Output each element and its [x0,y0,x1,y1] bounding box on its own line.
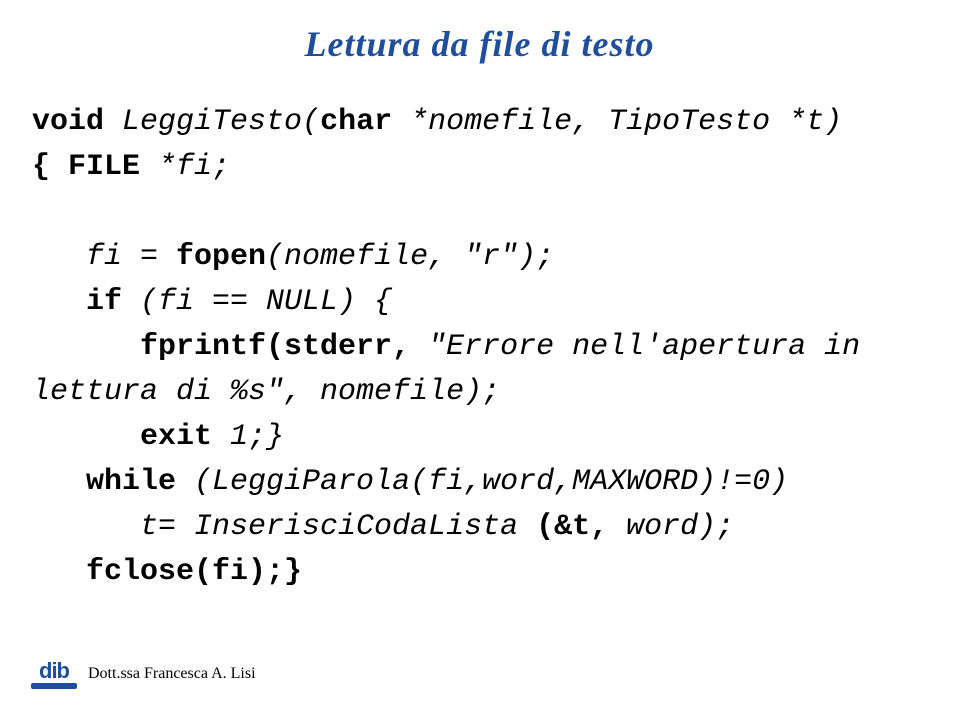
code-it: (fi == NULL) { [122,285,392,319]
logo-text: dib [39,660,69,682]
code-kw: char [320,105,392,139]
code-kw: if [32,285,122,319]
code-it: t= InserisciCodaLista [32,510,536,544]
code-it: "Errore nell'apertura in [410,330,878,364]
code-kw: { FILE [32,150,140,184]
code-it: *nomefile, TipoTesto *t) [392,105,842,139]
author-name: Dott.ssa Francesca A. Lisi [88,665,256,683]
code-it: (LeggiParola(fi,word,MAXWORD)!=0) [176,465,788,499]
code-kw: fopen [176,240,266,274]
code-it: fi = [32,240,176,274]
code-kw: while [32,465,176,499]
logo: dib [30,655,78,693]
code-block: void LeggiTesto(char *nomefile, TipoTest… [32,100,878,595]
code-kw: void [32,105,104,139]
code-kw: (&t, [536,510,608,544]
code-kw: exit [32,420,212,454]
slide-title: Lettura da file di testo [0,23,959,65]
code-kw: fclose(fi);} [32,555,302,589]
footer: dib Dott.ssa Francesca A. Lisi [30,655,256,693]
code-it: word); [608,510,734,544]
logo-underline [31,683,77,689]
code-it: (nomefile, "r"); [266,240,554,274]
code-kw: fprintf(stderr, [32,330,410,364]
code-it: 1;} [212,420,284,454]
code-it: LeggiTesto( [104,105,320,139]
code-it: lettura di %s", nomefile); [32,375,500,409]
code-it: *fi; [140,150,230,184]
